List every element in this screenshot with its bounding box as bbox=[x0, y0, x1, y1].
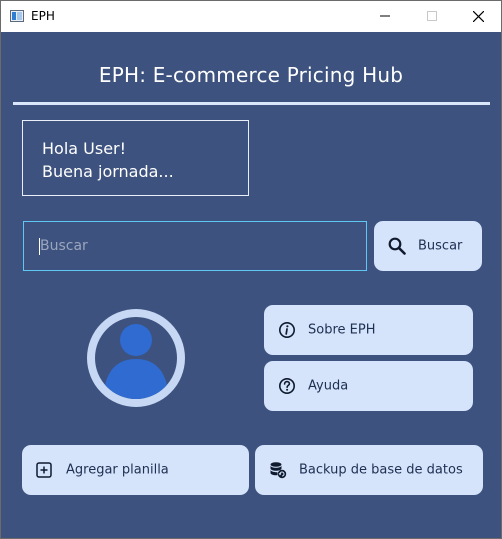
close-icon bbox=[473, 11, 484, 22]
search-input[interactable] bbox=[23, 221, 367, 271]
minimize-button[interactable] bbox=[362, 1, 408, 32]
page-title: EPH: E-commerce Pricing Hub bbox=[98, 63, 404, 87]
add-sheet-button-label: Agregar planilla bbox=[66, 462, 169, 478]
about-button[interactable]: Sobre EPH bbox=[264, 305, 473, 355]
avatar-icon bbox=[87, 309, 185, 407]
help-icon bbox=[279, 378, 295, 394]
add-sheet-button[interactable]: Agregar planilla bbox=[22, 445, 249, 495]
backup-button-label: Backup de base de datos bbox=[299, 462, 463, 478]
search-icon bbox=[388, 237, 406, 255]
minimize-icon bbox=[380, 15, 390, 17]
close-button[interactable] bbox=[455, 1, 501, 32]
plus-square-icon bbox=[36, 462, 52, 478]
about-button-label: Sobre EPH bbox=[308, 322, 376, 338]
maximize-button[interactable] bbox=[409, 1, 455, 32]
help-button-label: Ayuda bbox=[308, 378, 349, 394]
maximize-icon bbox=[427, 11, 437, 21]
greeting-box: Hola User! Buena jornada... bbox=[22, 120, 249, 196]
app-window: EPH EPH: E-commerce Pricing Hub Hola Use… bbox=[0, 0, 502, 539]
search-button[interactable]: Buscar bbox=[374, 221, 482, 271]
app-icon bbox=[10, 10, 24, 22]
search-button-label: Buscar bbox=[418, 238, 463, 254]
greeting-line-1: Hola User! bbox=[42, 139, 127, 158]
info-icon bbox=[279, 322, 295, 338]
help-button[interactable]: Ayuda bbox=[264, 361, 473, 411]
title-divider bbox=[13, 102, 490, 105]
window-title: EPH bbox=[31, 9, 55, 23]
main-content: EPH: E-commerce Pricing Hub Hola User! B… bbox=[1, 32, 501, 538]
database-backup-icon bbox=[270, 462, 287, 479]
text-caret bbox=[39, 238, 40, 255]
greeting-line-2: Buena jornada... bbox=[42, 162, 174, 181]
backup-button[interactable]: Backup de base de datos bbox=[255, 445, 483, 495]
title-bar[interactable]: EPH bbox=[1, 1, 501, 32]
